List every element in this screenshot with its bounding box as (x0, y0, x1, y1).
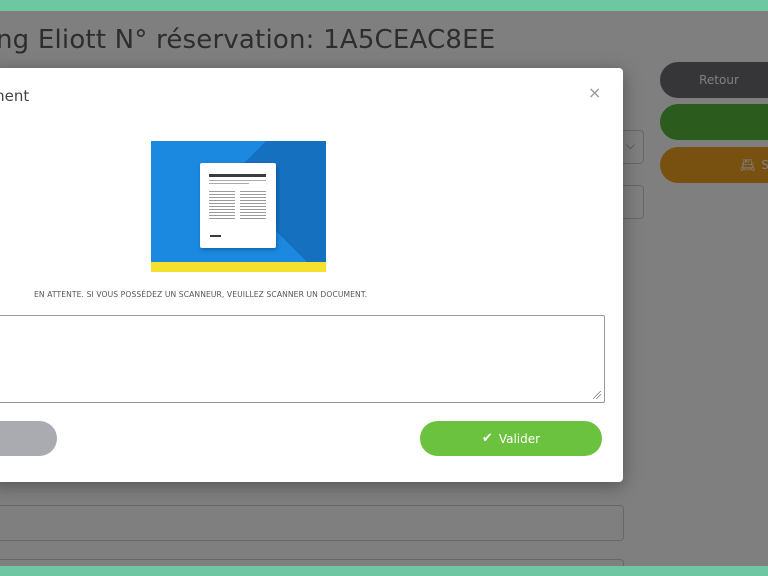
close-icon[interactable]: × (588, 85, 601, 101)
doc-text-column (240, 191, 266, 219)
cancel-button[interactable] (0, 421, 57, 456)
document-icon (200, 163, 276, 248)
validate-button[interactable]: ✔ Valider (420, 421, 602, 456)
scanner-light-stripe (151, 262, 326, 272)
doc-text-column (209, 191, 235, 219)
scan-document-modal: ment × EN ATTENTE. SI VOUS POSSÉDEZ UN S… (0, 68, 623, 482)
app-frame-top (0, 0, 768, 11)
doc-text-line (209, 183, 249, 184)
modal-title: ment (0, 87, 30, 105)
validate-button-label: Valider (498, 431, 541, 446)
document-textarea[interactable] (0, 315, 605, 403)
doc-text-line (209, 180, 266, 181)
doc-signature-line (210, 235, 221, 237)
app-frame-bottom (0, 566, 768, 576)
check-icon: ✔ (481, 431, 493, 446)
scan-status-message: EN ATTENTE. SI VOUS POSSÉDEZ UN SCANNEUR… (34, 290, 368, 299)
doc-heading-line (209, 174, 266, 177)
scanner-illustration (151, 141, 326, 272)
resize-handle-icon[interactable] (593, 391, 601, 399)
